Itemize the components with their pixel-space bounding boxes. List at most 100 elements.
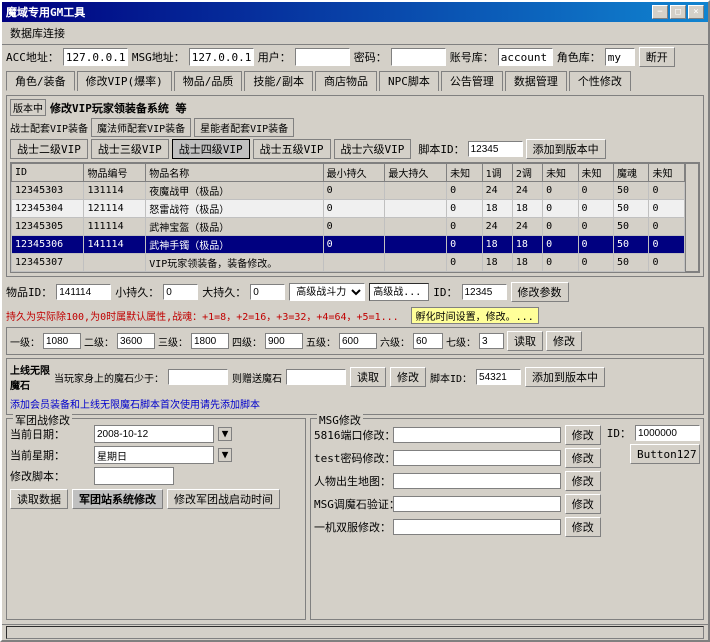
tab-skill[interactable]: 技能/副本 bbox=[244, 71, 313, 91]
msg-field-input-4[interactable] bbox=[393, 519, 561, 535]
item-id-input[interactable] bbox=[56, 284, 111, 300]
menu-database[interactable]: 数据库连接 bbox=[6, 24, 69, 42]
levels-modify-button[interactable]: 修改 bbox=[546, 331, 582, 351]
table-row[interactable]: 12345307VIP玩家领装备，装备修改。0181800500 bbox=[12, 254, 685, 272]
lv4-input[interactable] bbox=[265, 333, 303, 349]
msg-modify-button-2[interactable]: 修改 bbox=[565, 471, 601, 491]
sub-tab-star[interactable]: 星能者配套VIP装备 bbox=[194, 118, 294, 137]
col-item-name: 物品名称 bbox=[146, 164, 323, 182]
tab-role[interactable]: 角色/装备 bbox=[6, 71, 75, 91]
msg-field-input-0[interactable] bbox=[393, 427, 561, 443]
gift-modify-button[interactable]: 修改 bbox=[390, 367, 426, 387]
table-cell: 121114 bbox=[84, 200, 146, 218]
table-cell: 怒雷战符（极品） bbox=[146, 200, 323, 218]
max-input[interactable] bbox=[250, 284, 285, 300]
id-input[interactable] bbox=[462, 284, 507, 300]
main-window: 魔域专用GM工具 − □ × 数据库连接 ACC地址： MSG地址： 用户： 密… bbox=[0, 0, 710, 642]
vip-tab-2[interactable]: 战士二级VIP bbox=[10, 139, 88, 159]
level-select[interactable]: 高级战斗力 初级战斗力 bbox=[289, 283, 365, 301]
table-row[interactable]: 12345306141114武神手镯（极品）00181800500 bbox=[12, 236, 685, 254]
gift-script-id-input[interactable] bbox=[476, 369, 521, 385]
minimize-button[interactable]: − bbox=[652, 5, 668, 19]
account-input[interactable] bbox=[498, 48, 553, 66]
add-to-version-button[interactable]: 添加到版本中 bbox=[526, 139, 606, 159]
vip-tab-5[interactable]: 战士五级VIP bbox=[253, 139, 331, 159]
tab-personal[interactable]: 个性修改 bbox=[569, 71, 631, 91]
gift-threshold-input[interactable] bbox=[168, 369, 228, 385]
lv5-input[interactable] bbox=[339, 333, 377, 349]
script-input[interactable] bbox=[94, 467, 174, 485]
script-id-input[interactable] bbox=[468, 141, 523, 157]
msg-modify-button-0[interactable]: 修改 bbox=[565, 425, 601, 445]
gift-amount-input[interactable] bbox=[286, 369, 346, 385]
lv1-input[interactable] bbox=[43, 333, 81, 349]
vip-table: ID 物品编号 物品名称 最小持久 最大持久 未知 1调 2调 未知 未知 魔魂 bbox=[11, 163, 685, 272]
lv2-input[interactable] bbox=[117, 333, 155, 349]
table-row[interactable]: 12345304121114怒雷战符（极品）00181800500 bbox=[12, 200, 685, 218]
sub-tab-mage[interactable]: 魔法师配套VIP装备 bbox=[91, 118, 191, 137]
table-row[interactable]: 12345305111114武神宝盔（极品）00242400500 bbox=[12, 218, 685, 236]
msg-field-input-2[interactable] bbox=[393, 473, 561, 489]
week-row: 当前星期： ▼ bbox=[10, 446, 302, 464]
table-cell bbox=[385, 254, 447, 272]
account-label: 账号库： bbox=[450, 49, 494, 65]
connect-button[interactable]: 断开 bbox=[639, 47, 675, 67]
msg-id-input[interactable] bbox=[635, 425, 700, 441]
gift-section: 上线无限魔石 当玩家身上的魔石少于： 则赠送魔石 读取 修改 脚本ID： 添加到… bbox=[6, 358, 704, 415]
acc-input[interactable] bbox=[63, 48, 128, 66]
lv7-input[interactable] bbox=[479, 333, 504, 349]
modify-params-button[interactable]: 修改参数 bbox=[511, 282, 569, 302]
maximize-button[interactable]: □ bbox=[670, 5, 686, 19]
user-label: 用户： bbox=[258, 49, 291, 65]
msg-field-row: 一机双服修改：修改 bbox=[314, 517, 601, 537]
tab-item[interactable]: 物品/品质 bbox=[174, 71, 243, 91]
lv2-label: 二级： bbox=[84, 334, 114, 349]
table-cell: VIP玩家领装备，装备修改。 bbox=[146, 254, 323, 272]
msg-modify-button-3[interactable]: 修改 bbox=[565, 494, 601, 514]
vip-title: 修改VIP玩家领装备系统 等 bbox=[50, 100, 187, 116]
close-button[interactable]: × bbox=[688, 5, 704, 19]
msg-field-input-1[interactable] bbox=[393, 450, 561, 466]
levels-read-button[interactable]: 读取 bbox=[507, 331, 543, 351]
gift-add-button[interactable]: 添加到版本中 bbox=[525, 367, 605, 387]
msg-field-input-3[interactable] bbox=[393, 496, 561, 512]
week-dropdown-icon[interactable]: ▼ bbox=[218, 448, 232, 462]
tab-data[interactable]: 数据管理 bbox=[505, 71, 567, 91]
guild-modify-label[interactable]: 军团站系统修改 bbox=[72, 489, 163, 509]
guild-read-button[interactable]: 读取数据 bbox=[10, 489, 68, 509]
msg-modify-button-4[interactable]: 修改 bbox=[565, 517, 601, 537]
table-cell: 24 bbox=[512, 218, 542, 236]
gift-read-button[interactable]: 读取 bbox=[350, 367, 386, 387]
date-dropdown-icon[interactable]: ▼ bbox=[218, 427, 232, 441]
pwd-input[interactable] bbox=[391, 48, 446, 66]
msg-btn127[interactable]: Button127 bbox=[630, 444, 700, 464]
role-input[interactable] bbox=[605, 48, 635, 66]
lv6-input[interactable] bbox=[413, 333, 443, 349]
guild-modify-time-button[interactable]: 修改军团战启动时间 bbox=[167, 489, 280, 509]
tab-vip[interactable]: 修改VIP(爆率) bbox=[77, 71, 172, 91]
table-scrollbar[interactable] bbox=[685, 163, 699, 272]
table-cell: 18 bbox=[482, 236, 512, 254]
tab-npc[interactable]: NPC脚本 bbox=[379, 71, 439, 91]
date-input[interactable] bbox=[94, 425, 214, 443]
vip-tab-6[interactable]: 战士六级VIP bbox=[334, 139, 412, 159]
table-cell: 0 bbox=[543, 254, 578, 272]
table-cell: 0 bbox=[578, 236, 613, 254]
table-cell bbox=[84, 254, 146, 272]
window-title: 魔域专用GM工具 bbox=[6, 4, 85, 20]
user-input[interactable] bbox=[295, 48, 350, 66]
status-bar bbox=[2, 624, 708, 640]
vip-table-container[interactable]: ID 物品编号 物品名称 最小持久 最大持久 未知 1调 2调 未知 未知 魔魂 bbox=[11, 163, 685, 272]
table-row[interactable]: 12345303131114夜魔战甲（极品）00242400500 bbox=[12, 182, 685, 200]
lv3-input[interactable] bbox=[191, 333, 229, 349]
vip-tab-3[interactable]: 战士三级VIP bbox=[91, 139, 169, 159]
week-input[interactable] bbox=[94, 446, 214, 464]
msg-modify-button-1[interactable]: 修改 bbox=[565, 448, 601, 468]
vip-tab-4[interactable]: 战士四级VIP bbox=[172, 139, 250, 159]
msg-input[interactable] bbox=[189, 48, 254, 66]
min-input[interactable] bbox=[163, 284, 198, 300]
tab-announce[interactable]: 公告管理 bbox=[441, 71, 503, 91]
tab-shop[interactable]: 商店物品 bbox=[315, 71, 377, 91]
table-cell: 0 bbox=[649, 236, 685, 254]
status-segment bbox=[6, 626, 704, 639]
